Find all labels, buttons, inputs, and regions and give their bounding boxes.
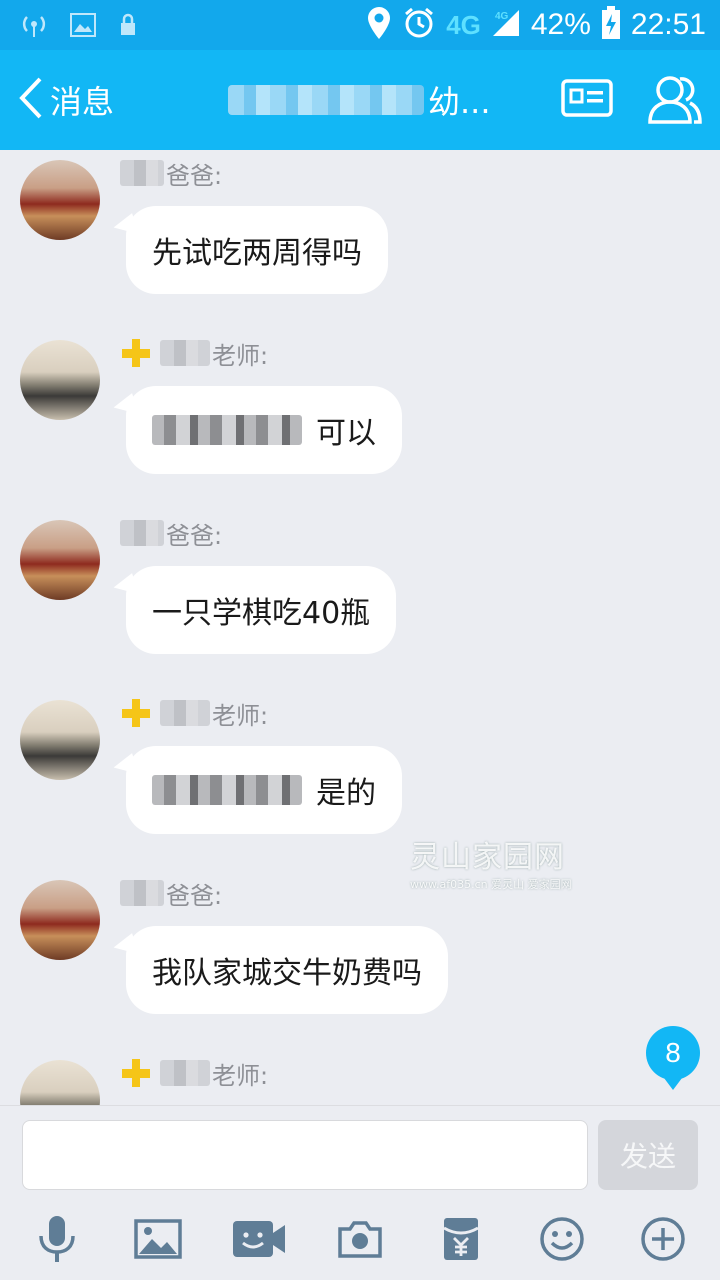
sender-name: 爸爸: (120, 516, 222, 550)
chat-message: 老师: 是的 (0, 690, 720, 870)
avatar[interactable] (20, 880, 100, 960)
sender-role: 老师: (212, 341, 269, 370)
red-packet-icon (442, 1216, 480, 1266)
message-input[interactable] (22, 1120, 588, 1190)
message-text: 我队家城交牛奶费吗 (152, 956, 422, 991)
redacted-sender-name (120, 880, 164, 906)
camera-icon (336, 1219, 384, 1263)
group-title: 幼... (228, 76, 491, 124)
avatar[interactable] (20, 520, 100, 600)
group-members-button[interactable] (646, 70, 704, 128)
sender-name: 老师: (120, 336, 268, 370)
avatar[interactable] (20, 700, 100, 780)
chat-message: 老师: 可以 (0, 330, 720, 510)
group-title-suffix: 幼... (428, 83, 491, 121)
back-button[interactable]: 消息 (18, 74, 114, 126)
id-card-icon (560, 79, 614, 124)
sender-name: 爸爸: (120, 156, 222, 190)
message-text: 一只学棋吃40瓶 (152, 596, 371, 631)
back-label: 消息 (50, 83, 115, 121)
red-packet-button[interactable] (433, 1215, 489, 1267)
message-text: 可以 (316, 416, 376, 451)
message-bubble[interactable]: 一只学棋吃40瓶 (126, 566, 397, 654)
battery-percent: 42% (530, 8, 591, 41)
group-admin-badge-icon (120, 337, 152, 369)
microphone-icon (37, 1214, 77, 1268)
signal-strength-icon: 4G (491, 8, 521, 42)
alarm-clock-icon (402, 6, 436, 44)
chat-header: 消息 幼... (0, 50, 720, 150)
sender-role: 爸爸: (166, 161, 223, 190)
emoji-icon (539, 1216, 585, 1266)
avatar[interactable] (20, 160, 100, 240)
watermark-title: 灵山家园网 (410, 840, 565, 875)
message-text: 是的 (316, 776, 376, 811)
redacted-mention (152, 775, 302, 805)
sender-name: 老师: (120, 696, 268, 730)
sender-role: 爸爸: (166, 521, 223, 550)
chat-message-list[interactable]: 爸爸: 先试吃两周得吗 老师: 可以 爸爸: 一只学棋吃40瓶 老师: 是的 爸… (0, 150, 720, 1105)
site-watermark: 灵山家园网 www.af035.cn 爱灵山 爱家园网 (410, 832, 572, 892)
lock-icon (118, 13, 138, 41)
unread-count-badge[interactable]: 8 (646, 1026, 700, 1090)
camera-button[interactable] (332, 1215, 388, 1267)
plus-icon (640, 1216, 686, 1266)
message-bubble[interactable]: 先试吃两周得吗 (126, 206, 388, 294)
chat-message: 爸爸: 先试吃两周得吗 (0, 150, 720, 330)
chat-message: 爸爸: 我队家城交牛奶费吗 (0, 870, 720, 1050)
watermark-subtitle: www.af035.cn 爱灵山 爱家园网 (410, 878, 572, 891)
chat-toolbar (0, 1205, 720, 1280)
sender-role: 老师: (212, 1061, 269, 1090)
group-profile-card-button[interactable] (560, 76, 614, 124)
voice-button[interactable] (29, 1215, 85, 1267)
avatar[interactable] (20, 340, 100, 420)
redacted-sender-name (160, 1060, 210, 1086)
message-bubble[interactable]: 是的 (126, 746, 402, 834)
message-text: 先试吃两周得吗 (152, 236, 362, 271)
sender-name: 老师: (120, 1056, 268, 1090)
wifi-signal-icon (20, 12, 48, 42)
location-pin-icon (366, 6, 392, 44)
chat-message: 爸爸: 一只学棋吃40瓶 (0, 510, 720, 690)
clock-time: 22:51 (630, 8, 706, 41)
sender-name: 爸爸: (120, 876, 222, 910)
image-button[interactable] (130, 1215, 186, 1267)
chat-message: 老师: (0, 1050, 720, 1105)
more-options-button[interactable] (635, 1215, 691, 1267)
redacted-mention (152, 415, 302, 445)
message-input-bar: 发送 (0, 1105, 720, 1205)
video-chat-button[interactable] (231, 1215, 287, 1267)
redacted-sender-name (120, 520, 164, 546)
redacted-sender-name (160, 700, 210, 726)
avatar[interactable] (20, 1060, 100, 1105)
group-admin-badge-icon (120, 697, 152, 729)
send-button[interactable]: 发送 (598, 1120, 698, 1190)
redacted-sender-name (160, 340, 210, 366)
emoji-button[interactable] (534, 1215, 590, 1267)
image-icon (134, 1219, 182, 1263)
message-bubble[interactable]: 可以 (126, 386, 402, 474)
video-chat-icon (231, 1219, 287, 1263)
network-type: 4G (446, 9, 481, 40)
status-bar: 4G 4G 42% 22:51 (0, 0, 720, 50)
redacted-group-name (228, 85, 424, 115)
sender-role: 爸爸: (166, 881, 223, 910)
chevron-left-icon (18, 76, 44, 124)
network-small-label: 4G (495, 11, 509, 22)
battery-charging-icon (601, 6, 621, 44)
sender-role: 老师: (212, 701, 269, 730)
group-admin-badge-icon (120, 1057, 152, 1089)
redacted-sender-name (120, 160, 164, 186)
group-members-icon (646, 76, 704, 132)
gallery-notification-icon (70, 13, 96, 41)
message-bubble[interactable]: 我队家城交牛奶费吗 (126, 926, 448, 1014)
